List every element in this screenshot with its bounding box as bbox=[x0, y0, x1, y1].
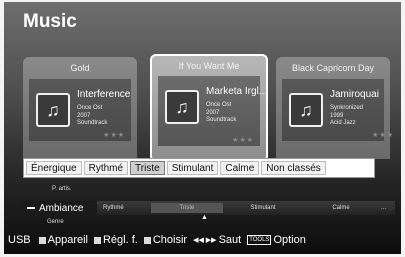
card-body: ♫ Marketa Irgl... Once Ost 2007 Soundtra… bbox=[158, 76, 267, 146]
album-year: 2007 bbox=[206, 109, 220, 116]
dash-icon bbox=[27, 207, 35, 209]
album-genre: Soundtrack bbox=[77, 120, 108, 126]
mood-non-classes[interactable]: Non classés bbox=[261, 161, 326, 175]
category-item-triste[interactable]: Triste bbox=[151, 203, 223, 213]
album-name: Once Ost bbox=[206, 102, 232, 108]
jump-label: Saut bbox=[218, 234, 242, 246]
device-hint[interactable]: Appareil bbox=[38, 234, 88, 246]
song-title: Marketa Irgl... bbox=[206, 86, 268, 97]
option-hint[interactable]: TOOLS Option bbox=[247, 234, 306, 246]
album-name: Synkronized bbox=[330, 105, 364, 111]
song-meta: Synkronized 1999 Acid Jazz bbox=[330, 105, 363, 128]
mood-selector: Énergique Rythmé Triste Stimulant Calme … bbox=[23, 158, 375, 178]
card-body: ♫ Interference Once Ost 2007 Soundtrack … bbox=[29, 79, 131, 141]
mood-triste[interactable]: Triste bbox=[130, 161, 165, 175]
mood-rythme[interactable]: Rythmé bbox=[83, 161, 129, 175]
rating-stars: ★★★ bbox=[232, 137, 254, 144]
album-genre: Soundtrack bbox=[206, 117, 237, 123]
music-screen: Music Gold ♫ Interference Once Ost 2007 … bbox=[4, 2, 401, 254]
up-arrow-icon: ▲ bbox=[201, 214, 208, 221]
album-card-gold[interactable]: Gold ♫ Interference Once Ost 2007 Soundt… bbox=[23, 57, 137, 159]
category-current-label: Ambiance bbox=[39, 202, 84, 214]
device-label: Appareil bbox=[47, 234, 88, 246]
category-more[interactable]: ... bbox=[381, 205, 386, 211]
album-card-black-capricorn-day[interactable]: Black Capricorn Day ♫ Jamiroquai Synkron… bbox=[276, 57, 393, 159]
rating-stars: ★★★ bbox=[372, 132, 394, 139]
option-label: Option bbox=[273, 234, 306, 246]
card-header: If You Want Me bbox=[178, 61, 240, 71]
green-button-icon bbox=[93, 236, 101, 244]
page-title: Music bbox=[23, 11, 77, 32]
category-down-label[interactable]: Genre bbox=[47, 219, 64, 225]
category-item-calme[interactable]: Calme bbox=[303, 205, 379, 211]
mood-stimulant[interactable]: Stimulant bbox=[166, 161, 219, 175]
card-body: ♫ Jamiroquai Synkronized 1999 Acid Jazz … bbox=[282, 79, 393, 141]
category-item-stimulant[interactable]: Stimulant bbox=[223, 205, 303, 211]
music-note-icon: ♫ bbox=[165, 90, 199, 124]
footer-bar: USB Appareil Régl. f. Choisir ◀◀ ▶▶ Saut… bbox=[8, 234, 312, 246]
song-title: Jamiroquai bbox=[330, 89, 379, 100]
album-year: 2007 bbox=[77, 112, 91, 119]
song-title: Interference bbox=[77, 89, 131, 100]
category-item-rythme[interactable]: Rythmé bbox=[97, 205, 151, 211]
category-current[interactable]: Ambiance bbox=[23, 201, 97, 215]
select-label: Choisir bbox=[152, 234, 188, 246]
album-card-if-you-want-me[interactable]: If You Want Me ♫ Marketa Irgl... Once Os… bbox=[150, 54, 268, 162]
red-button-icon bbox=[38, 236, 46, 244]
settings-hint[interactable]: Régl. f. bbox=[93, 234, 138, 246]
album-name: Once Ost bbox=[77, 105, 103, 111]
music-note-icon: ♫ bbox=[36, 93, 70, 127]
rating-stars: ★★★ bbox=[103, 132, 125, 139]
settings-label: Régl. f. bbox=[102, 234, 138, 246]
mood-energique[interactable]: Énergique bbox=[26, 161, 82, 175]
yellow-button-icon bbox=[143, 236, 151, 244]
category-up-label[interactable]: P. artis. bbox=[52, 186, 72, 192]
skip-icon: ◀◀ ▶▶ bbox=[193, 237, 217, 244]
album-genre: Acid Jazz bbox=[330, 120, 356, 126]
song-meta: Once Ost 2007 Soundtrack bbox=[206, 102, 236, 125]
card-header: Gold bbox=[70, 63, 90, 73]
select-hint[interactable]: Choisir bbox=[143, 234, 188, 246]
song-meta: Once Ost 2007 Soundtrack bbox=[77, 105, 107, 128]
album-year: 1999 bbox=[330, 112, 344, 119]
category-row: Ambiance Rythmé Triste Stimulant Calme .… bbox=[23, 201, 395, 215]
music-note-icon: ♫ bbox=[289, 93, 323, 127]
card-header: Black Capricorn Day bbox=[291, 63, 375, 73]
jump-hint[interactable]: ◀◀ ▶▶ Saut bbox=[193, 234, 241, 246]
tools-icon: TOOLS bbox=[247, 235, 272, 245]
mood-calme[interactable]: Calme bbox=[220, 161, 260, 175]
source-label: USB bbox=[8, 234, 31, 246]
